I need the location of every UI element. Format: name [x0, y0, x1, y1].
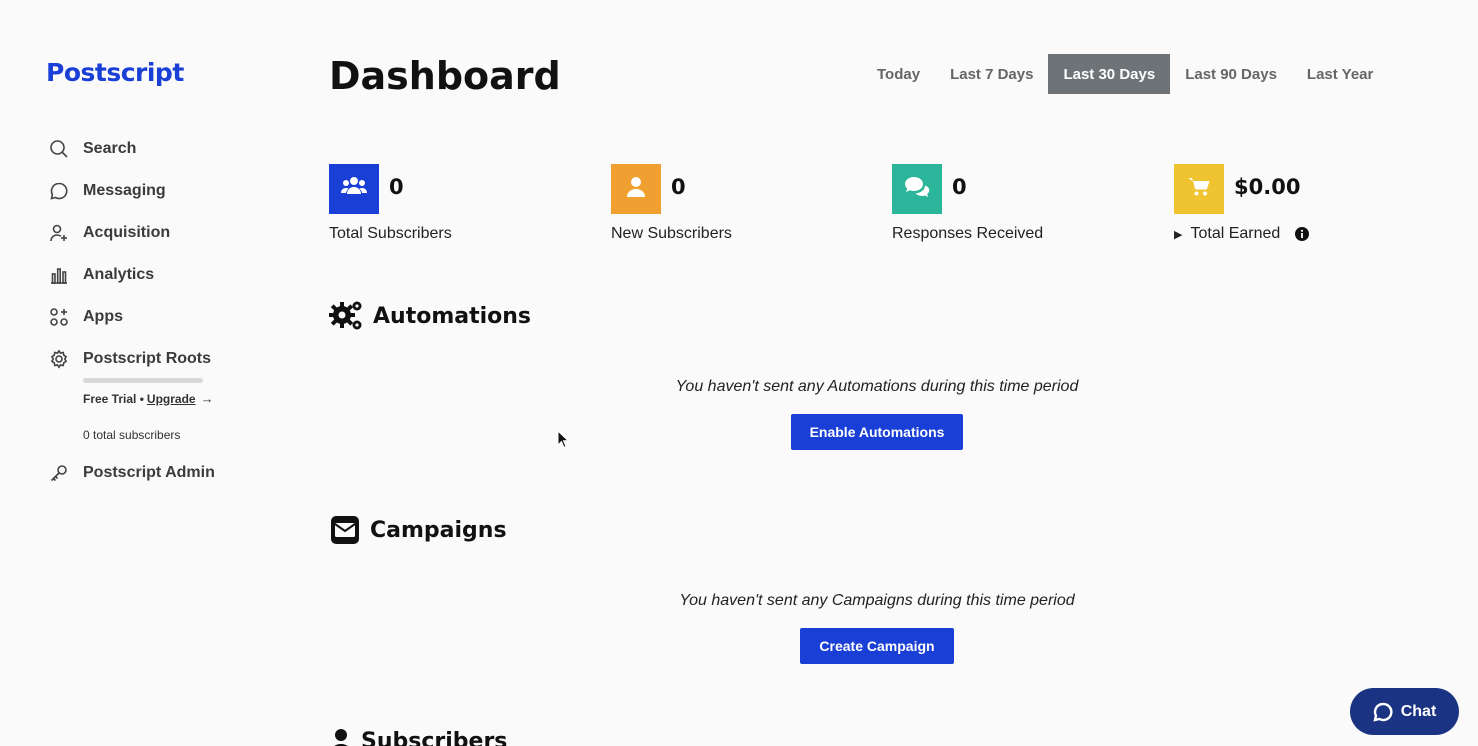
- stat-icon-box: [329, 164, 379, 214]
- sidebar-item-label: Postscript Roots: [83, 350, 212, 367]
- stat-responses-received: 0 Responses Received: [892, 164, 1043, 242]
- user-icon: [330, 728, 352, 746]
- envelope-icon: [331, 516, 359, 544]
- gear-icon: [48, 348, 70, 370]
- search-icon: [48, 138, 70, 160]
- stat-icon-box: [1174, 164, 1224, 214]
- postscript-logo[interactable]: Postscript: [46, 58, 184, 87]
- chat-bubble-icon: [48, 180, 70, 202]
- apps-grid-icon: [48, 306, 70, 328]
- stat-value: 0: [952, 175, 967, 199]
- sidebar-item-label: Analytics: [83, 266, 155, 283]
- arrow-right-icon: →: [200, 391, 214, 406]
- key-icon: [48, 462, 70, 484]
- stat-total-earned: $0.00 ▶ Total Earned: [1174, 164, 1310, 242]
- sidebar-item-messaging[interactable]: Messaging: [48, 177, 268, 205]
- stat-value: $0.00: [1234, 175, 1301, 199]
- campaigns-empty-message: You haven't sent any Campaigns during th…: [679, 592, 1075, 609]
- sidebar-item-label: Apps: [83, 308, 123, 325]
- sidebar-item-acquisition[interactable]: Acquisition: [48, 219, 268, 247]
- sidebar-item-postscript-admin[interactable]: Postscript Admin: [48, 459, 268, 487]
- upgrade-link[interactable]: Upgrade: [147, 392, 196, 406]
- subscribers-title: Subscribers: [361, 728, 508, 746]
- create-campaign-button[interactable]: Create Campaign: [800, 628, 954, 664]
- range-last-90-days[interactable]: Last 90 Days: [1170, 54, 1292, 94]
- page-title: Dashboard: [329, 54, 561, 98]
- range-last-30-days[interactable]: Last 30 Days: [1048, 54, 1171, 94]
- enable-automations-button[interactable]: Enable Automations: [791, 414, 963, 450]
- comments-icon: [904, 176, 930, 203]
- mouse-cursor-icon: [557, 429, 570, 454]
- stat-value: 0: [389, 175, 404, 199]
- bar-chart-icon: [48, 264, 70, 286]
- chat-label: Chat: [1400, 702, 1437, 720]
- info-icon[interactable]: [1295, 227, 1310, 241]
- user-icon: [627, 176, 645, 203]
- stat-new-subscribers: 0 New Subscribers: [611, 164, 732, 242]
- expand-triangle-icon: ▶: [1174, 228, 1183, 241]
- sidebar-item-label: Messaging: [83, 182, 166, 199]
- stat-label: Total Subscribers: [329, 225, 452, 242]
- campaigns-title: Campaigns: [370, 517, 507, 543]
- sidebar-item-apps[interactable]: Apps: [48, 303, 268, 331]
- cart-icon: [1188, 177, 1210, 202]
- sidebar-item-analytics[interactable]: Analytics: [48, 261, 268, 289]
- stat-icon-box: [611, 164, 661, 214]
- chat-bubble-icon: [1373, 702, 1393, 722]
- stat-label: Total Earned: [1190, 225, 1281, 242]
- date-range-selector: Today Last 7 Days Last 30 Days Last 90 D…: [862, 54, 1388, 94]
- stat-total-subscribers: 0 Total Subscribers: [329, 164, 452, 242]
- chat-button[interactable]: Chat: [1350, 688, 1459, 735]
- sidebar-item-search[interactable]: Search: [48, 135, 268, 163]
- stat-label: Responses Received: [892, 225, 1044, 242]
- sidebar-item-postscript-roots[interactable]: Postscript Roots: [48, 345, 268, 373]
- stat-label: New Subscribers: [611, 225, 732, 242]
- automations-title: Automations: [373, 303, 532, 329]
- sidebar-item-label: Search: [83, 140, 137, 157]
- user-plus-icon: [48, 222, 70, 244]
- campaigns-header: Campaigns: [331, 516, 507, 544]
- gears-icon: [329, 300, 364, 332]
- total-subscribers-text: 0 total subscribers: [83, 428, 181, 442]
- subscribers-header: Subscribers: [330, 728, 507, 746]
- users-icon: [341, 176, 367, 203]
- range-today[interactable]: Today: [862, 54, 935, 94]
- range-last-year[interactable]: Last Year: [1292, 54, 1388, 94]
- roots-progress-bar: [83, 378, 203, 383]
- automations-header: Automations: [329, 300, 531, 332]
- stat-value: 0: [671, 175, 686, 199]
- total-earned-toggle[interactable]: ▶ Total Earned: [1174, 225, 1310, 243]
- free-trial-line: Free Trial • Upgrade →: [83, 391, 214, 406]
- sidebar: Postscript Search Messaging Acquisition …: [0, 0, 300, 746]
- sidebar-item-label: Postscript Admin: [83, 464, 215, 481]
- automations-empty-message: You haven't sent any Automations during …: [675, 378, 1079, 395]
- range-last-7-days[interactable]: Last 7 Days: [935, 54, 1048, 94]
- sidebar-item-label: Acquisition: [83, 224, 171, 241]
- free-trial-label: Free Trial •: [83, 391, 144, 406]
- stat-icon-box: [892, 164, 942, 214]
